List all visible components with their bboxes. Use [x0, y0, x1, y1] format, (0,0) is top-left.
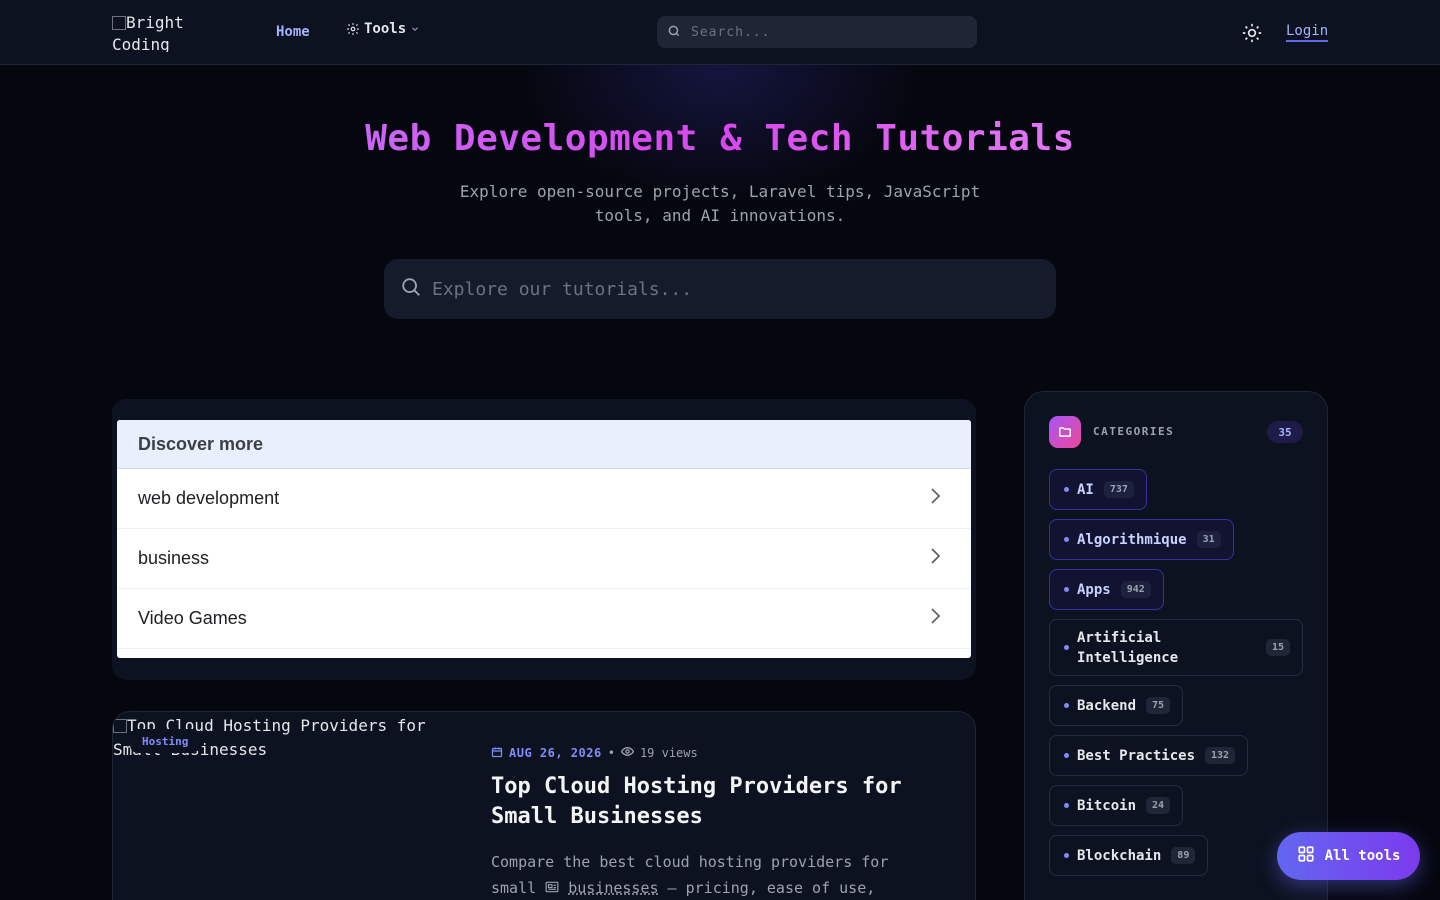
category-item-ai[interactable]: AI 737: [1049, 469, 1147, 510]
gear-icon: [346, 22, 360, 36]
category-name: Bitcoin: [1077, 797, 1137, 814]
category-count: 15: [1265, 639, 1290, 656]
category-item-blockchain[interactable]: Blockchain 89: [1049, 835, 1209, 876]
category-count: 942: [1120, 581, 1151, 598]
category-name: AI: [1077, 481, 1094, 498]
categories-heading: CATEGORIES: [1093, 425, 1175, 438]
discover-item[interactable]: Video Games: [117, 589, 971, 649]
chevron-right-icon: [929, 487, 941, 510]
nav-tools-label: Tools: [364, 21, 407, 37]
bullet-dot: [1064, 587, 1069, 592]
discover-heading: Discover more: [117, 420, 971, 469]
category-item-best-practices[interactable]: Best Practices 132: [1049, 735, 1249, 776]
discover-item-label: web development: [138, 488, 280, 508]
bullet-dot: [1064, 803, 1069, 808]
bullet-dot: [1064, 487, 1069, 492]
categories-panel: CATEGORIES 35 AI 737 Algorithmique 31 Ap…: [1024, 391, 1328, 900]
header-search: [657, 16, 977, 48]
hero-search: [384, 259, 1056, 319]
login-link[interactable]: Login: [1286, 23, 1329, 42]
category-item-bitcoin[interactable]: Bitcoin 24: [1049, 785, 1184, 826]
category-name: Best Practices: [1077, 747, 1196, 764]
search-icon: [667, 23, 681, 42]
category-count: 737: [1103, 481, 1134, 498]
category-item-algorithmique[interactable]: Algorithmique 31: [1049, 519, 1234, 560]
top-navbar: Bright Coding Home Tools Login: [0, 0, 1440, 65]
excerpt-link[interactable]: businesses: [568, 879, 658, 897]
nav-tools-dropdown[interactable]: Tools: [346, 21, 420, 37]
category-badge[interactable]: Hosting: [130, 729, 201, 753]
article-card[interactable]: Top Cloud Hosting Providers for Small Bu…: [112, 711, 976, 900]
meta-separator: •: [607, 746, 615, 760]
bullet-dot: [1064, 753, 1069, 758]
article-title[interactable]: Top Cloud Hosting Providers for Small Bu…: [491, 772, 951, 832]
discover-panel: Discover more web development business V…: [112, 399, 976, 680]
category-item-artificial-intelligence[interactable]: Artificial Intelligence 15: [1049, 619, 1303, 676]
grid-icon: [1297, 845, 1315, 867]
category-count: 75: [1146, 697, 1171, 714]
category-name: Backend: [1077, 697, 1137, 714]
discover-item[interactable]: business: [117, 529, 971, 589]
category-name: Algorithmique: [1077, 531, 1187, 548]
discover-item-label: business: [138, 548, 210, 568]
calendar-icon: [491, 746, 503, 761]
categories-count-badge: 35: [1267, 421, 1303, 443]
chevron-right-icon: [929, 607, 941, 630]
search-icon: [400, 276, 422, 302]
sun-icon[interactable]: [1242, 23, 1262, 43]
broken-image-icon: [112, 16, 126, 30]
header-search-input[interactable]: [691, 24, 961, 40]
category-count: 31: [1196, 531, 1221, 548]
eye-icon: [620, 745, 635, 761]
discover-item-label: Video Games: [138, 608, 247, 628]
folder-icon: [1049, 416, 1081, 448]
excerpt-text: — pricing, ease of use,: [658, 879, 876, 897]
category-item-backend[interactable]: Backend 75: [1049, 685, 1184, 726]
hero-title: Web Development & Tech Tutorials: [0, 118, 1440, 159]
discover-item[interactable]: web development: [117, 469, 971, 529]
article-date: AUG 26, 2026: [509, 746, 602, 760]
bullet-dot: [1064, 645, 1069, 650]
category-name: Apps: [1077, 581, 1111, 598]
all-tools-button[interactable]: All tools: [1277, 832, 1420, 880]
bullet-dot: [1064, 703, 1069, 708]
category-name: Artificial Intelligence: [1077, 629, 1179, 666]
nav-home-link[interactable]: Home: [276, 24, 310, 40]
site-logo[interactable]: Bright Coding: [112, 12, 232, 52]
bullet-dot: [1064, 853, 1069, 858]
hero-subtitle: Explore open-source projects, Laravel ti…: [459, 182, 981, 225]
bullet-dot: [1064, 537, 1069, 542]
article-meta: AUG 26, 2026 • 19 views: [491, 745, 698, 761]
article-excerpt: Compare the best cloud hosting providers…: [491, 849, 931, 900]
category-count: 89: [1171, 847, 1196, 864]
broken-image-icon: [113, 719, 127, 733]
category-count: 24: [1146, 797, 1171, 814]
discover-widget: Discover more web development business V…: [117, 420, 971, 658]
category-count: 132: [1205, 747, 1236, 764]
category-item-apps[interactable]: Apps 942: [1049, 569, 1164, 610]
hero-search-input[interactable]: [432, 278, 1032, 300]
newspaper-icon: [545, 879, 559, 897]
chevron-down-icon: [410, 24, 420, 34]
category-name: Blockchain: [1077, 847, 1162, 864]
all-tools-label: All tools: [1324, 848, 1401, 864]
chevron-right-icon: [929, 547, 941, 570]
article-views: 19 views: [639, 746, 698, 760]
